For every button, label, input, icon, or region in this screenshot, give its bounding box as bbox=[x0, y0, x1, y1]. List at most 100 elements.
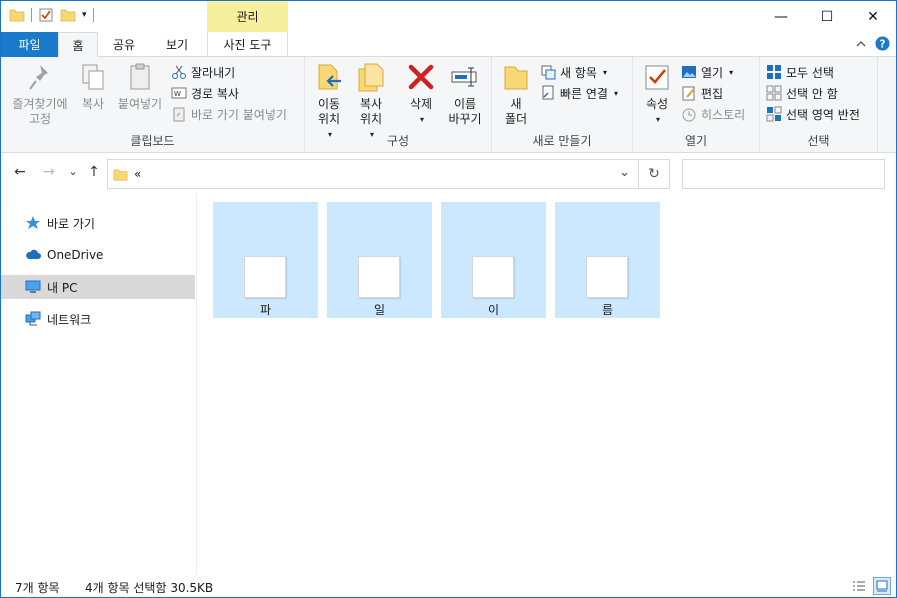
history-button[interactable]: 히스토리 bbox=[681, 104, 745, 124]
rename-icon bbox=[451, 67, 477, 87]
tab-photo-tools[interactable]: 사진 도구 bbox=[207, 32, 288, 57]
file-item[interactable]: 일 bbox=[327, 202, 432, 318]
paste-shortcut-icon bbox=[173, 107, 185, 122]
invert-selection-button[interactable]: 선택 영역 반전 bbox=[766, 104, 860, 124]
explorer-window: ▾ 관리 — ☐ ✕ 파일 홈 공유 보기 사진 도구 ? 즐겨찾기에 고정 복… bbox=[0, 0, 897, 598]
properties-caret: ▾ bbox=[655, 115, 660, 124]
cloud-icon bbox=[26, 249, 41, 259]
edit-label: 편집 bbox=[701, 86, 724, 101]
rename-button[interactable]: 이름 바꾸기 bbox=[443, 61, 487, 127]
rename-label: 이름 바꾸기 bbox=[448, 97, 482, 126]
nav-item-this-pc[interactable]: 내 PC bbox=[1, 275, 195, 299]
new-item-button[interactable]: 새 항목 ▾ bbox=[540, 62, 607, 82]
pin-quick-access-button[interactable]: 즐겨찾기에 고정 bbox=[9, 61, 71, 127]
select-none-button[interactable]: 선택 안 함 bbox=[766, 83, 838, 103]
file-item[interactable]: 름 bbox=[555, 202, 660, 318]
minimize-button[interactable]: — bbox=[758, 1, 804, 32]
nav-item-label: 네트워크 bbox=[47, 312, 92, 327]
maximize-button[interactable]: ☐ bbox=[804, 1, 850, 32]
copy-path-button[interactable]: W 경로 복사 bbox=[171, 83, 239, 103]
select-all-label: 모두 선택 bbox=[786, 65, 834, 80]
move-to-button[interactable]: 이동 위치 ▾ bbox=[311, 61, 347, 142]
tab-view[interactable]: 보기 bbox=[151, 32, 203, 57]
item-count: 7개 항목 bbox=[15, 581, 60, 595]
tab-home[interactable]: 홈 bbox=[58, 32, 98, 58]
nav-item-onedrive[interactable]: OneDrive bbox=[1, 243, 195, 267]
search-input[interactable] bbox=[682, 159, 885, 189]
details-view-button[interactable] bbox=[850, 577, 868, 595]
paste-icon bbox=[130, 63, 150, 90]
select-all-button[interactable]: 모두 선택 bbox=[766, 62, 834, 82]
file-item[interactable]: 파 bbox=[213, 202, 318, 318]
delete-button[interactable]: 삭제 ▾ bbox=[403, 61, 439, 127]
recent-locations-button[interactable]: ⌄ bbox=[64, 165, 82, 178]
customize-qat-icon[interactable]: ▾ bbox=[82, 10, 87, 20]
tab-share[interactable]: 공유 bbox=[101, 32, 147, 57]
collapse-ribbon-icon[interactable] bbox=[855, 38, 867, 50]
easy-access-label: 빠른 연결 bbox=[560, 86, 608, 101]
paste-shortcut-label: 바로 가기 붙여넣기 bbox=[191, 107, 287, 122]
new-item-caret: ▾ bbox=[602, 67, 607, 77]
cut-label: 잘라내기 bbox=[191, 65, 236, 80]
new-folder-icon[interactable] bbox=[60, 7, 76, 23]
new-item-label: 새 항목 bbox=[560, 65, 597, 80]
tab-file[interactable]: 파일 bbox=[1, 32, 58, 57]
open-label: 열기 bbox=[701, 65, 724, 80]
scissors-icon bbox=[172, 65, 186, 79]
copy-to-button[interactable]: 복사 위치 ▾ bbox=[353, 61, 389, 142]
nav-item-label: 내 PC bbox=[47, 280, 78, 295]
copy-label: 복사 bbox=[81, 97, 105, 111]
file-item[interactable]: 이 bbox=[441, 202, 546, 318]
refresh-button[interactable]: ↻ bbox=[639, 159, 670, 189]
delete-caret: ▾ bbox=[419, 115, 424, 124]
separator bbox=[31, 8, 32, 22]
address-dropdown-button[interactable]: ⌄ bbox=[619, 165, 630, 180]
nav-item-label: OneDrive bbox=[47, 248, 104, 262]
edit-button[interactable]: 편집 bbox=[681, 83, 723, 103]
select-group: 모두 선택 선택 안 함 선택 영역 반전 선택 bbox=[760, 57, 878, 153]
new-folder-button[interactable]: 새 폴더 bbox=[498, 61, 534, 127]
file-thumbnail bbox=[358, 256, 400, 298]
easy-access-caret: ▾ bbox=[613, 88, 618, 98]
nav-item-label: 바로 가기 bbox=[47, 216, 95, 231]
navigation-pane: 바로 가기 OneDrive 내 PC 네트워크 bbox=[1, 194, 197, 574]
svg-text:?: ? bbox=[880, 38, 886, 50]
paste-label: 붙여넣기 bbox=[117, 97, 163, 111]
open-group-label: 열기 bbox=[684, 134, 708, 148]
file-name: 름 bbox=[601, 303, 614, 317]
clipboard-group: 즐겨찾기에 고정 복사 붙여넣기 잘라내기 W 경로 복사 바로 가기 붙여넣기 bbox=[1, 57, 305, 153]
open-button[interactable]: 열기 ▾ bbox=[681, 62, 733, 82]
up-button[interactable]: ↑ bbox=[85, 164, 103, 180]
address-bar[interactable]: « ⌄ bbox=[107, 159, 639, 189]
cut-button[interactable]: 잘라내기 bbox=[171, 62, 235, 82]
properties-button[interactable]: 속성 ▾ bbox=[639, 61, 675, 127]
new-folder-icon bbox=[504, 66, 528, 90]
move-to-icon bbox=[318, 64, 341, 90]
file-name: 일 bbox=[373, 303, 386, 317]
back-button[interactable]: ← bbox=[11, 164, 29, 180]
star-icon bbox=[26, 216, 40, 229]
history-icon bbox=[682, 108, 696, 122]
properties-label: 속성 bbox=[645, 97, 669, 111]
nav-item-network[interactable]: 네트워크 bbox=[1, 307, 195, 331]
clipboard-group-label: 클립보드 bbox=[130, 134, 175, 148]
new-folder-label: 새 폴더 bbox=[504, 97, 528, 126]
new-group-label: 새로 만들기 bbox=[532, 134, 592, 148]
file-name: 파 bbox=[259, 303, 272, 317]
properties-icon[interactable] bbox=[38, 7, 54, 23]
nav-item-quick-access[interactable]: 바로 가기 bbox=[1, 211, 195, 235]
forward-button[interactable]: → bbox=[40, 164, 58, 180]
close-button[interactable]: ✕ bbox=[850, 1, 896, 32]
easy-access-button[interactable]: 빠른 연결 ▾ bbox=[540, 83, 618, 103]
file-thumbnail bbox=[586, 256, 628, 298]
open-group: 속성 ▾ 열기 ▾ 편집 히스토리 열기 bbox=[633, 57, 760, 153]
file-name: 이 bbox=[487, 303, 500, 317]
edit-icon bbox=[682, 86, 695, 101]
large-icons-view-button[interactable] bbox=[873, 577, 891, 595]
large-icons-view-icon bbox=[876, 580, 888, 592]
copy-button[interactable]: 복사 bbox=[75, 61, 111, 112]
help-icon[interactable]: ? bbox=[875, 36, 890, 51]
paste-shortcut-button[interactable]: 바로 가기 붙여넣기 bbox=[171, 104, 287, 124]
paste-button[interactable]: 붙여넣기 bbox=[115, 61, 165, 112]
open-caret: ▾ bbox=[729, 67, 734, 77]
